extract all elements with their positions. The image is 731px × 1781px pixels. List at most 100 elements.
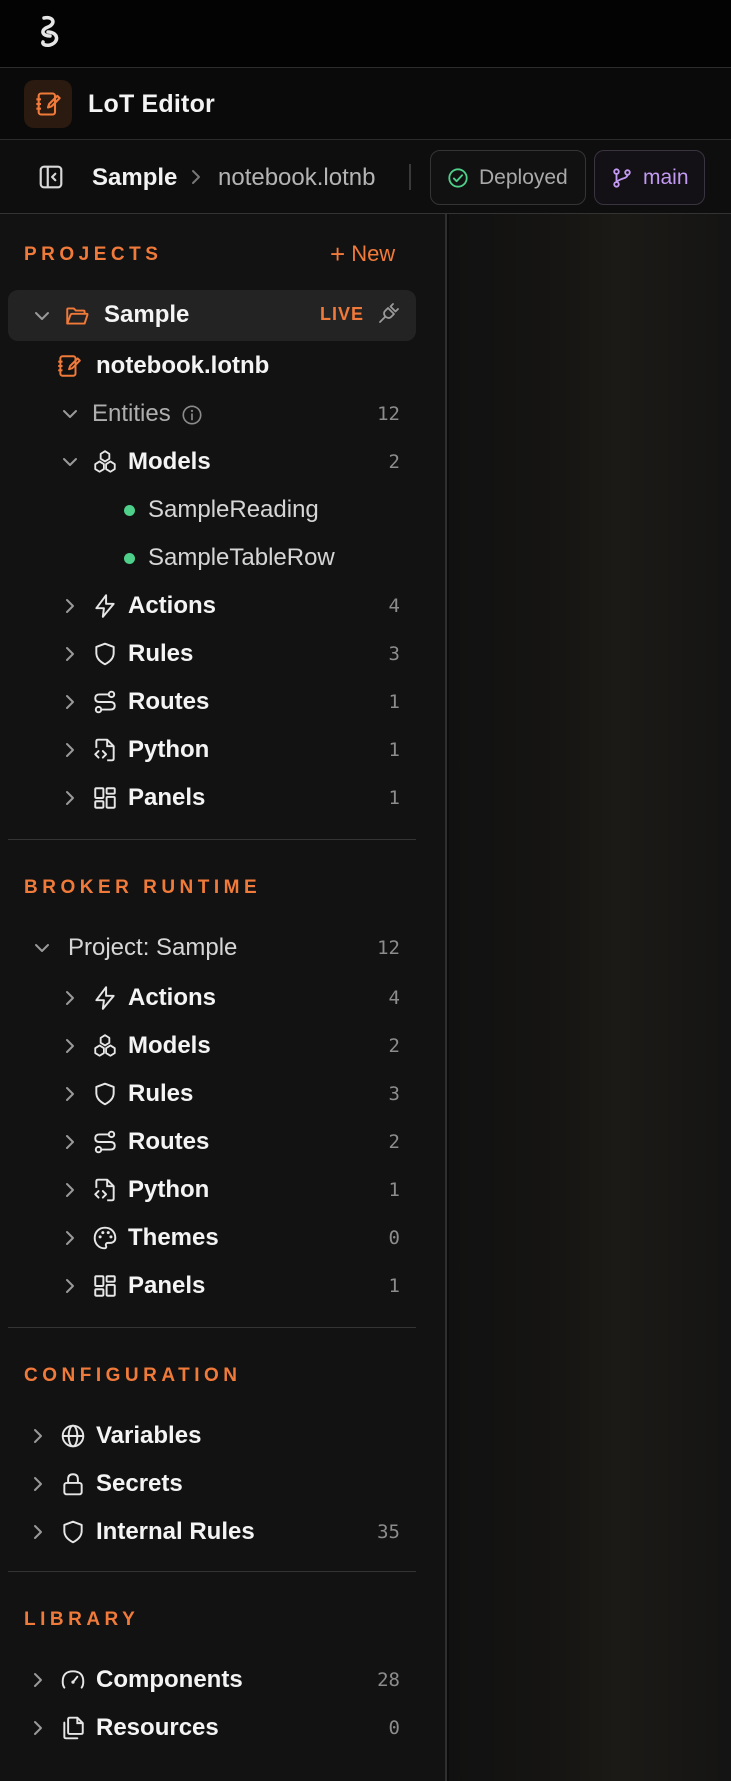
chevron-down-icon [63,410,77,418]
config-item-secrets[interactable]: Secrets [0,1462,416,1506]
cubes-icon [94,450,116,473]
deployed-status-badge[interactable]: Deployed [430,150,586,205]
project-item-actions[interactable]: Actions 4 [0,584,416,628]
project-item-routes[interactable]: Routes 1 [0,680,416,724]
broker-project-item[interactable]: Project: Sample 12 [0,926,416,970]
sidebar: PROJECTS + New Sample LIVE notebook.lotn… [0,214,447,1781]
lightning-icon [95,986,115,1010]
chevron-right-icon [66,1087,74,1101]
chevron-right-icon [34,1429,42,1443]
chevron-right-icon [34,1477,42,1491]
gauge-icon [61,1670,85,1689]
unplug-icon[interactable] [376,302,400,326]
app-icon [24,80,72,128]
item-count: 1 [388,739,400,761]
deployed-label: Deployed [479,165,568,189]
branch-badge[interactable]: main [594,150,705,205]
item-count: 0 [388,1717,400,1739]
item-label: Python [128,736,210,763]
broker-item-models[interactable]: Models 2 [0,1024,416,1068]
branch-label: main [643,165,689,189]
item-count: 4 [388,595,400,617]
live-badge: LIVE [319,304,364,324]
new-project-button[interactable]: + New [330,241,395,267]
library-section-title: LIBRARY [24,1609,140,1630]
lock-icon [63,1473,83,1496]
chevron-right-icon [66,1039,74,1053]
breadcrumb-bar: Sample notebook.lotnb Deployed main [0,140,731,214]
item-label: Themes [128,1224,219,1251]
notebook-file-item[interactable]: notebook.lotnb [0,344,416,388]
configuration-section-title: CONFIGURATION [24,1365,242,1386]
main-editor-area[interactable] [449,214,731,1781]
breadcrumb-project[interactable]: Sample [92,164,177,192]
brand-logo-icon [41,15,59,47]
item-label: Models [128,1032,211,1059]
entities-count: 12 [377,403,400,425]
sidebar-toggle-icon[interactable] [38,164,64,190]
library-item-resources[interactable]: Resources 0 [0,1706,416,1750]
breadcrumb-file[interactable]: notebook.lotnb [218,164,375,192]
folder-open-icon [66,307,89,325]
project-name: Sample [104,301,190,328]
item-count: 0 [388,1227,400,1249]
item-label: Internal Rules [96,1518,255,1545]
lightning-icon [95,594,115,618]
models-item[interactable]: Models 2 [0,440,416,484]
section-divider [8,1327,416,1328]
item-label: Actions [128,984,217,1011]
model-item-sample-table-row[interactable]: SampleTableRow [0,536,416,580]
info-icon[interactable] [181,404,203,426]
status-dot [124,553,135,564]
notebook-edit-icon [36,92,61,116]
chevron-right-icon [192,170,200,184]
chevron-right-icon [66,791,74,805]
notebook-file-label: notebook.lotnb [96,352,270,379]
project-item-panels[interactable]: Panels 1 [0,776,416,820]
project-item-rules[interactable]: Rules 3 [0,632,416,676]
chevron-right-icon [66,991,74,1005]
broker-item-rules[interactable]: Rules 3 [0,1072,416,1116]
project-item-python[interactable]: Python 1 [0,728,416,772]
app-header: LoT Editor [0,68,731,140]
chevron-right-icon [66,1135,74,1149]
broker-item-actions[interactable]: Actions 4 [0,976,416,1020]
item-count: 28 [377,1669,400,1691]
app-title: LoT Editor [88,90,215,118]
chevron-right-icon [66,1183,74,1197]
chevron-right-icon [66,599,74,613]
panels-icon [94,787,116,809]
chevron-down-icon [63,458,77,466]
shield-icon [95,1082,115,1106]
broker-item-routes[interactable]: Routes 2 [0,1120,416,1164]
library-item-components[interactable]: Components 28 [0,1658,416,1702]
project-row-sample[interactable]: Sample LIVE [8,290,416,341]
chevron-down-icon [35,944,49,952]
item-count: 1 [388,1275,400,1297]
model-item-sample-reading[interactable]: SampleReading [0,488,416,532]
broker-project-label: Project: Sample [68,934,238,961]
code-file-icon [94,738,115,762]
route-icon [94,690,116,714]
item-count: 4 [388,987,400,1009]
chevron-right-icon [66,695,74,709]
git-branch-icon [613,167,631,188]
files-icon [63,1716,84,1740]
section-divider [8,1571,416,1572]
chevron-right-icon [66,647,74,661]
item-label: Rules [128,640,194,667]
broker-item-panels[interactable]: Panels 1 [0,1264,416,1308]
entities-item[interactable]: Entities 12 [0,392,416,436]
broker-item-themes[interactable]: Themes 0 [0,1216,416,1260]
model-label: SampleTableRow [148,544,335,571]
models-count: 2 [388,451,400,473]
item-count: 2 [388,1131,400,1153]
shield-icon [95,642,115,666]
broker-item-python[interactable]: Python 1 [0,1168,416,1212]
config-item-variables[interactable]: Variables [0,1414,416,1458]
section-divider [8,839,416,840]
item-label: Actions [128,592,217,619]
config-item-internal-rules[interactable]: Internal Rules 35 [0,1510,416,1554]
item-label: Python [128,1176,210,1203]
chevron-right-icon [66,1231,74,1245]
